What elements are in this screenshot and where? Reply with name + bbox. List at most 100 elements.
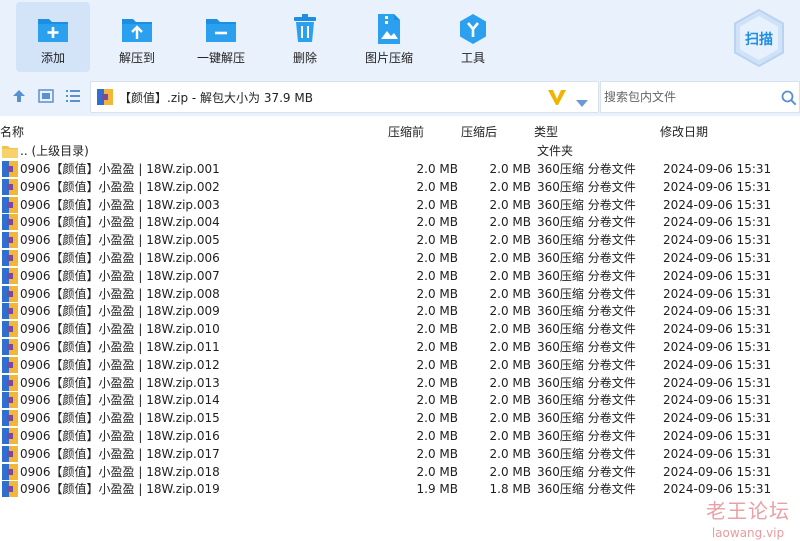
address-bar[interactable]: 【颜值】.zip - 解包大小为 37.9 MB — [90, 81, 599, 113]
archive-volume-icon — [2, 410, 18, 427]
file-row[interactable]: 0906【颜值】小盈盈 | 18W.zip.004 2.0 MB 2.0 MB 360… — [0, 213, 800, 231]
file-type: 360压缩 分卷文件 — [537, 304, 636, 319]
file-row[interactable]: 0906【颜值】小盈盈 | 18W.zip.014 2.0 MB 2.0 MB 360… — [0, 391, 800, 409]
parent-directory-type: 文件夹 — [537, 144, 574, 158]
file-type: 360压缩 分卷文件 — [537, 197, 636, 212]
search-input[interactable] — [604, 88, 774, 106]
parent-directory-row[interactable]: .. (上级目录) 文件夹 — [0, 142, 800, 160]
file-packed-size: 2.0 MB — [416, 340, 458, 354]
search-icon[interactable] — [781, 90, 797, 110]
image-compress-button[interactable]: 图片压缩 — [352, 2, 426, 72]
archive-icon — [97, 89, 113, 109]
file-unpacked-size: 2.0 MB — [489, 233, 531, 248]
file-row[interactable]: 0906【颜值】小盈盈 | 18W.zip.015 2.0 MB 2.0 MB 360… — [0, 409, 800, 427]
up-arrow-icon[interactable] — [10, 87, 28, 105]
file-type: 360压缩 分卷文件 — [537, 357, 636, 372]
extract-to-button[interactable]: 解压到 — [100, 2, 174, 72]
tools-button[interactable]: 工具 — [436, 2, 510, 72]
file-packed-size: 2.0 MB — [416, 233, 458, 248]
archive-volume-icon — [2, 285, 18, 302]
extract-folder-icon — [117, 10, 157, 48]
file-row[interactable]: 0906【颜值】小盈盈 | 18W.zip.008 2.0 MB 2.0 MB 360… — [0, 285, 800, 303]
file-unpacked-size: 2.0 MB — [489, 268, 531, 283]
add-label: 添加 — [40, 51, 65, 65]
archive-volume-icon — [2, 356, 18, 373]
file-row[interactable]: 0906【颜值】小盈盈 | 18W.zip.006 2.0 MB 2.0 MB 360… — [0, 249, 800, 267]
file-packed-size: 2.0 MB — [416, 446, 458, 461]
list-view-icon[interactable] — [64, 87, 82, 105]
file-packed-size: 1.9 MB — [416, 482, 458, 497]
toolbar: 添加 解压到 一键解压 删除 图片压缩 工具 扫描 — [0, 0, 800, 78]
file-unpacked-size: 2.0 MB — [489, 393, 531, 408]
extract-to-label: 解压到 — [118, 51, 155, 65]
file-row[interactable]: 0906【颜值】小盈盈 | 18W.zip.003 2.0 MB 2.0 MB 360… — [0, 196, 800, 214]
file-type: 360压缩 分卷文件 — [537, 429, 636, 443]
file-name: 0906【颜值】小盈盈 | 18W.zip.003 — [20, 197, 220, 212]
scan-button[interactable]: 扫描 — [730, 8, 788, 68]
file-unpacked-size: 1.8 MB — [489, 482, 531, 497]
archive-volume-icon — [2, 267, 18, 284]
archive-volume-icon — [2, 232, 18, 249]
delete-button[interactable]: 删除 — [268, 2, 342, 72]
file-row[interactable]: 0906【颜值】小盈盈 | 18W.zip.011 2.0 MB 2.0 MB 360… — [0, 338, 800, 356]
file-row[interactable]: 0906【颜值】小盈盈 | 18W.zip.002 2.0 MB 2.0 MB 360… — [0, 178, 800, 196]
archive-volume-icon — [2, 428, 18, 444]
file-unpacked-size: 2.0 MB — [489, 464, 531, 479]
column-name[interactable]: 名称 — [0, 123, 24, 140]
file-row[interactable]: 0906【颜值】小盈盈 | 18W.zip.001 2.0 MB 2.0 MB 360… — [0, 160, 800, 178]
file-row[interactable]: 0906【颜值】小盈盈 | 18W.zip.018 2.0 MB 2.0 MB 360… — [0, 463, 800, 481]
file-row[interactable]: 0906【颜值】小盈盈 | 18W.zip.009 2.0 MB 2.0 MB 360… — [0, 302, 800, 320]
file-modified: 2024-09-06 15:31 — [663, 322, 772, 337]
column-type[interactable]: 类型 — [534, 123, 558, 140]
file-name: 0906【颜值】小盈盈 | 18W.zip.017 — [20, 446, 220, 461]
file-modified: 2024-09-06 15:31 — [663, 304, 772, 319]
file-type: 360压缩 分卷文件 — [537, 375, 636, 390]
file-row[interactable]: 0906【颜值】小盈盈 | 18W.zip.013 2.0 MB 2.0 MB 360… — [0, 374, 800, 392]
archive-volume-icon — [2, 196, 18, 213]
archive-volume-icon — [2, 374, 18, 391]
thumbnail-view-icon[interactable] — [37, 87, 55, 105]
file-row[interactable]: 0906【颜值】小盈盈 | 18W.zip.007 2.0 MB 2.0 MB 360… — [0, 267, 800, 285]
file-name: 0906【颜值】小盈盈 | 18W.zip.005 — [20, 233, 220, 248]
archive-volume-icon — [2, 481, 18, 498]
file-row[interactable]: 0906【颜值】小盈盈 | 18W.zip.017 2.0 MB 2.0 MB 360… — [0, 445, 800, 463]
file-name: 0906【颜值】小盈盈 | 18W.zip.002 — [20, 179, 220, 194]
file-unpacked-size: 2.0 MB — [489, 215, 531, 230]
file-unpacked-size: 2.0 MB — [489, 340, 531, 354]
one-click-extract-button[interactable]: 一键解压 — [184, 2, 258, 72]
file-row[interactable]: 0906【颜值】小盈盈 | 18W.zip.019 1.9 MB 1.8 MB 360… — [0, 480, 800, 498]
column-unpacked-size[interactable]: 压缩后 — [461, 123, 497, 140]
file-name: 0906【颜值】小盈盈 | 18W.zip.018 — [20, 464, 220, 479]
file-packed-size: 2.0 MB — [416, 286, 458, 301]
file-packed-size: 2.0 MB — [416, 197, 458, 212]
file-packed-size: 2.0 MB — [416, 429, 458, 443]
file-row[interactable]: 0906【颜值】小盈盈 | 18W.zip.010 2.0 MB 2.0 MB 360… — [0, 320, 800, 338]
file-packed-size: 2.0 MB — [416, 251, 458, 265]
file-type: 360压缩 分卷文件 — [537, 340, 636, 354]
file-row[interactable]: 0906【颜值】小盈盈 | 18W.zip.012 2.0 MB 2.0 MB 360… — [0, 356, 800, 374]
v-logo-icon[interactable] — [547, 88, 567, 110]
file-modified: 2024-09-06 15:31 — [663, 251, 772, 265]
file-name: 0906【颜值】小盈盈 | 18W.zip.012 — [20, 357, 220, 372]
address-path: 【颜值】.zip - 解包大小为 37.9 MB — [119, 91, 313, 105]
image-zip-icon — [369, 10, 409, 48]
tools-icon — [453, 10, 493, 48]
column-modified[interactable]: 修改日期 — [660, 123, 708, 140]
archive-volume-icon — [2, 463, 18, 480]
delete-label: 删除 — [292, 51, 317, 65]
file-modified: 2024-09-06 15:31 — [663, 233, 772, 248]
file-packed-size: 2.0 MB — [416, 393, 458, 408]
file-modified: 2024-09-06 15:31 — [663, 286, 772, 301]
dropdown-arrow-icon[interactable] — [575, 93, 589, 112]
image-compress-label: 图片压缩 — [364, 51, 413, 65]
file-row[interactable]: 0906【颜值】小盈盈 | 18W.zip.005 2.0 MB 2.0 MB 360… — [0, 231, 800, 249]
file-unpacked-size: 2.0 MB — [489, 304, 531, 319]
file-type: 360压缩 分卷文件 — [537, 179, 636, 194]
folder-icon — [2, 143, 18, 159]
add-button[interactable]: 添加 — [16, 2, 90, 72]
file-name: 0906【颜值】小盈盈 | 18W.zip.006 — [20, 251, 220, 265]
column-packed-size[interactable]: 压缩前 — [388, 123, 424, 140]
file-row[interactable]: 0906【颜值】小盈盈 | 18W.zip.016 2.0 MB 2.0 MB 360… — [0, 427, 800, 445]
watermark: 老王论坛 laowang.vip — [700, 495, 796, 540]
file-unpacked-size: 2.0 MB — [489, 179, 531, 194]
